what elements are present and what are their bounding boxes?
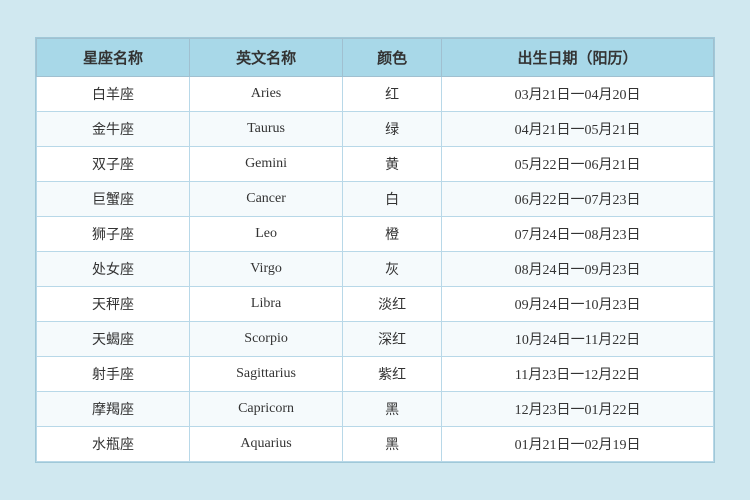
cell-1-1: Taurus bbox=[190, 112, 343, 147]
cell-1-0: 金牛座 bbox=[37, 112, 190, 147]
header-col-0: 星座名称 bbox=[37, 39, 190, 77]
cell-0-2: 红 bbox=[343, 77, 442, 112]
cell-3-0: 巨蟹座 bbox=[37, 182, 190, 217]
cell-6-3: 09月24日一10月23日 bbox=[442, 287, 714, 322]
header-col-3: 出生日期（阳历） bbox=[442, 39, 714, 77]
cell-10-1: Aquarius bbox=[190, 427, 343, 462]
cell-1-3: 04月21日一05月21日 bbox=[442, 112, 714, 147]
table-row: 天秤座Libra淡红09月24日一10月23日 bbox=[37, 287, 714, 322]
cell-6-1: Libra bbox=[190, 287, 343, 322]
cell-10-2: 黑 bbox=[343, 427, 442, 462]
table-row: 狮子座Leo橙07月24日一08月23日 bbox=[37, 217, 714, 252]
cell-8-3: 11月23日一12月22日 bbox=[442, 357, 714, 392]
cell-3-1: Cancer bbox=[190, 182, 343, 217]
table-body: 白羊座Aries红03月21日一04月20日金牛座Taurus绿04月21日一0… bbox=[37, 77, 714, 462]
cell-10-0: 水瓶座 bbox=[37, 427, 190, 462]
table-row: 白羊座Aries红03月21日一04月20日 bbox=[37, 77, 714, 112]
cell-5-0: 处女座 bbox=[37, 252, 190, 287]
cell-7-0: 天蝎座 bbox=[37, 322, 190, 357]
cell-8-0: 射手座 bbox=[37, 357, 190, 392]
cell-9-2: 黑 bbox=[343, 392, 442, 427]
table-row: 水瓶座Aquarius黑01月21日一02月19日 bbox=[37, 427, 714, 462]
cell-8-1: Sagittarius bbox=[190, 357, 343, 392]
cell-7-2: 深红 bbox=[343, 322, 442, 357]
table-row: 巨蟹座Cancer白06月22日一07月23日 bbox=[37, 182, 714, 217]
zodiac-table: 星座名称英文名称颜色出生日期（阳历） 白羊座Aries红03月21日一04月20… bbox=[36, 38, 714, 462]
cell-4-1: Leo bbox=[190, 217, 343, 252]
cell-7-3: 10月24日一11月22日 bbox=[442, 322, 714, 357]
cell-10-3: 01月21日一02月19日 bbox=[442, 427, 714, 462]
header-col-2: 颜色 bbox=[343, 39, 442, 77]
cell-2-1: Gemini bbox=[190, 147, 343, 182]
table-header-row: 星座名称英文名称颜色出生日期（阳历） bbox=[37, 39, 714, 77]
cell-5-3: 08月24日一09月23日 bbox=[442, 252, 714, 287]
cell-2-2: 黄 bbox=[343, 147, 442, 182]
cell-6-0: 天秤座 bbox=[37, 287, 190, 322]
cell-9-1: Capricorn bbox=[190, 392, 343, 427]
cell-4-3: 07月24日一08月23日 bbox=[442, 217, 714, 252]
cell-3-3: 06月22日一07月23日 bbox=[442, 182, 714, 217]
cell-6-2: 淡红 bbox=[343, 287, 442, 322]
cell-0-0: 白羊座 bbox=[37, 77, 190, 112]
table-row: 天蝎座Scorpio深红10月24日一11月22日 bbox=[37, 322, 714, 357]
cell-3-2: 白 bbox=[343, 182, 442, 217]
cell-8-2: 紫红 bbox=[343, 357, 442, 392]
table-row: 双子座Gemini黄05月22日一06月21日 bbox=[37, 147, 714, 182]
cell-2-0: 双子座 bbox=[37, 147, 190, 182]
cell-5-2: 灰 bbox=[343, 252, 442, 287]
cell-9-3: 12月23日一01月22日 bbox=[442, 392, 714, 427]
cell-9-0: 摩羯座 bbox=[37, 392, 190, 427]
table-row: 射手座Sagittarius紫红11月23日一12月22日 bbox=[37, 357, 714, 392]
table-row: 摩羯座Capricorn黑12月23日一01月22日 bbox=[37, 392, 714, 427]
cell-4-2: 橙 bbox=[343, 217, 442, 252]
table-row: 金牛座Taurus绿04月21日一05月21日 bbox=[37, 112, 714, 147]
cell-0-3: 03月21日一04月20日 bbox=[442, 77, 714, 112]
cell-5-1: Virgo bbox=[190, 252, 343, 287]
cell-1-2: 绿 bbox=[343, 112, 442, 147]
header-col-1: 英文名称 bbox=[190, 39, 343, 77]
zodiac-table-container: 星座名称英文名称颜色出生日期（阳历） 白羊座Aries红03月21日一04月20… bbox=[35, 37, 715, 463]
cell-2-3: 05月22日一06月21日 bbox=[442, 147, 714, 182]
table-row: 处女座Virgo灰08月24日一09月23日 bbox=[37, 252, 714, 287]
cell-0-1: Aries bbox=[190, 77, 343, 112]
cell-7-1: Scorpio bbox=[190, 322, 343, 357]
cell-4-0: 狮子座 bbox=[37, 217, 190, 252]
